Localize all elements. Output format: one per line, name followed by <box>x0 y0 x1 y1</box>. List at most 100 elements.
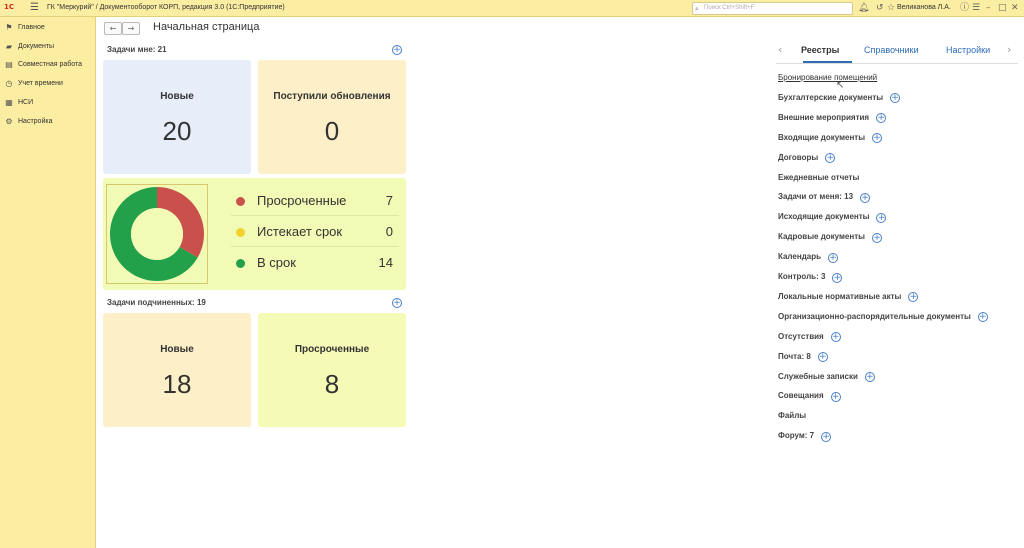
add-register-icon[interactable]: + <box>908 292 919 303</box>
register-item[interactable]: Локальные нормативные акты <box>778 292 901 301</box>
legend-row-on-time[interactable]: В срок 14 <box>231 248 399 278</box>
tile-value: 0 <box>324 116 340 146</box>
register-item[interactable]: Отсутствия <box>778 332 824 341</box>
sidebar-item-main[interactable]: ⚑ Главное <box>0 19 95 35</box>
title-bar: 1С ☰ ГК "Меркурий" / Документооборот КОР… <box>0 0 1024 17</box>
add-register-icon[interactable]: + <box>832 272 843 283</box>
back-button[interactable]: ← <box>104 22 122 35</box>
add-register-icon[interactable]: + <box>864 372 875 382</box>
flag-icon: ⚑ <box>5 22 13 32</box>
chevron-right-icon[interactable]: › <box>1007 43 1011 56</box>
legend-name: Просроченные <box>257 193 347 208</box>
close-icon[interactable]: ✕ <box>1011 2 1019 14</box>
chevron-left-icon[interactable]: ‹ <box>778 43 782 56</box>
register-item[interactable]: Бронирование помещений <box>778 73 877 82</box>
book-icon: ▤ <box>5 59 13 69</box>
deadline-chart-panel: Просроченные 7 Истекает срок 0 В срок 14 <box>103 178 406 290</box>
search-input[interactable]: ⌕ Поиск Ctrl+Shift+F <box>692 2 853 15</box>
register-item[interactable]: Организационно-распорядительные документ… <box>778 312 971 321</box>
register-item[interactable]: Кадровые документы <box>778 232 865 241</box>
register-item[interactable]: Внешние мероприятия <box>778 113 869 122</box>
clock-icon: ◷ <box>5 78 13 88</box>
legend-dot <box>236 228 245 237</box>
register-item[interactable]: Файлы <box>778 411 806 420</box>
sidebar-item-time-tracking[interactable]: ◷ Учет времени <box>0 75 95 91</box>
current-user[interactable]: Великанова Л.А. <box>897 4 951 11</box>
maximize-icon[interactable]: □ <box>998 2 1007 14</box>
register-item[interactable]: Бухгалтерские документы <box>778 93 883 102</box>
legend-value: 7 <box>385 193 393 208</box>
add-register-icon[interactable]: + <box>830 391 841 402</box>
add-task-icon[interactable]: + <box>392 45 402 55</box>
sidebar-item-label: Совместная работа <box>18 60 83 68</box>
legend-dot <box>236 197 245 206</box>
page-title: Начальная страница <box>153 21 260 33</box>
register-item[interactable]: Форум: 7 <box>778 431 814 440</box>
legend-row-expiring[interactable]: Истекает срок 0 <box>231 217 399 247</box>
tab-registers[interactable]: Реестры <box>801 45 839 55</box>
legend-value: 14 <box>378 255 393 270</box>
sidebar-item-label: Документы <box>18 42 55 50</box>
add-register-icon[interactable]: + <box>871 232 882 243</box>
bell-icon[interactable]: 🔔︎ <box>858 2 869 14</box>
register-item[interactable]: Контроль: 3 <box>778 272 825 281</box>
sidebar-item-documents[interactable]: ▰ Документы <box>0 38 95 54</box>
add-register-icon[interactable]: + <box>876 212 887 223</box>
register-item[interactable]: Исходящие документы <box>778 212 869 221</box>
tab-settings[interactable]: Настройки <box>946 45 990 55</box>
register-item[interactable]: Ежедневные отчеты <box>778 173 859 182</box>
add-register-icon[interactable]: + <box>817 352 828 363</box>
legend-row-overdue[interactable]: Просроченные 7 <box>231 186 399 216</box>
my-tasks-label[interactable]: Задачи мне: 21 <box>107 45 167 54</box>
add-register-icon[interactable]: + <box>977 312 988 323</box>
tile-label: Новые <box>160 344 194 355</box>
add-register-icon[interactable]: + <box>872 133 883 144</box>
add-sub-task-icon[interactable]: + <box>392 298 402 308</box>
legend-value: 0 <box>385 224 393 239</box>
donut-chart[interactable] <box>107 185 207 283</box>
register-item[interactable]: Почта: 8 <box>778 352 811 361</box>
window-title: ГК "Меркурий" / Документооборот КОРП, ре… <box>47 4 285 11</box>
register-item[interactable]: Входящие документы <box>778 133 865 142</box>
add-register-icon[interactable]: + <box>825 153 836 164</box>
tile-new-tasks[interactable]: Новые 20 <box>103 60 251 174</box>
history-icon[interactable]: ↺ <box>876 2 884 14</box>
register-item[interactable]: Служебные записки <box>778 372 858 381</box>
register-item[interactable]: Договоры <box>778 153 818 162</box>
add-register-icon[interactable]: + <box>821 431 832 442</box>
tile-sub-new[interactable]: Новые 18 <box>103 313 251 427</box>
info-icon[interactable]: ⓘ <box>960 2 969 14</box>
sidebar: ⚑ Главное ▰ Документы ▤ Совместная работ… <box>0 17 96 548</box>
add-register-icon[interactable]: + <box>890 93 901 104</box>
tab-directories[interactable]: Справочники <box>864 45 919 55</box>
app-logo[interactable]: 1С <box>4 3 14 11</box>
main-menu-icon[interactable]: ☰ <box>30 2 39 14</box>
sidebar-item-nsi[interactable]: ▦ НСИ <box>0 94 95 110</box>
register-item[interactable]: Совещания <box>778 391 824 400</box>
add-register-icon[interactable]: + <box>830 332 841 343</box>
register-item[interactable]: Задачи от меня: 13 <box>778 192 853 201</box>
star-icon[interactable]: ☆ <box>887 2 895 14</box>
search-icon: ⌕ <box>695 5 699 13</box>
donut-hole <box>131 208 183 260</box>
add-register-icon[interactable]: + <box>860 192 871 203</box>
register-tabs: ‹ Реестры Справочники Настройки › <box>776 40 1018 64</box>
minimize-icon[interactable]: – <box>986 2 991 14</box>
forward-button[interactable]: → <box>122 22 140 35</box>
donut-chart-box <box>106 184 208 284</box>
add-register-icon[interactable]: + <box>828 252 839 263</box>
legend-name: В срок <box>257 255 296 270</box>
tile-value: 18 <box>162 369 192 399</box>
add-register-icon[interactable]: + <box>876 113 887 124</box>
sidebar-item-label: Главное <box>18 23 45 31</box>
folder-icon: ▰ <box>5 41 13 51</box>
sidebar-item-label: Настройка <box>18 117 53 125</box>
tile-label: Просроченные <box>294 344 370 355</box>
register-item[interactable]: Календарь <box>778 252 821 261</box>
more-menu-icon[interactable]: ☰ <box>972 2 980 14</box>
sub-tasks-label[interactable]: Задачи подчиненных: 19 <box>107 298 206 307</box>
tile-sub-overdue[interactable]: Просроченные 8 <box>258 313 406 427</box>
tile-updates[interactable]: Поступили обновления 0 <box>258 60 406 174</box>
sidebar-item-collaboration[interactable]: ▤ Совместная работа <box>0 56 95 72</box>
sidebar-item-settings[interactable]: ⚙ Настройка <box>0 113 95 129</box>
